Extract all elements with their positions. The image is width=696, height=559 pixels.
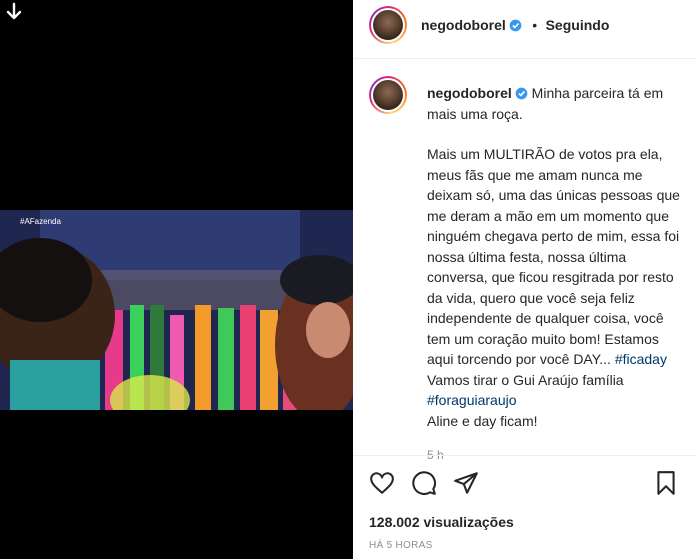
caption-line: Aline e day ficam! [427,412,538,429]
username[interactable]: negodoborel [421,17,506,33]
hashtag-link[interactable]: #ficaday [615,351,667,367]
hashtag-link[interactable]: #foraguiaraujo [427,392,517,408]
caption-username[interactable]: negodoborel [427,85,512,101]
bookmark-icon[interactable] [653,470,679,496]
views-count[interactable]: 128.002 visualizações [369,514,514,530]
video-scene: #AFazenda [0,210,353,410]
post-panel: negodoborel • Seguindo negodoborel Minha… [353,0,696,559]
follow-status-button[interactable]: Seguindo [546,17,610,33]
caption-text: negodoborel Minha parceira tá em mais um… [427,83,689,466]
action-bar [353,455,696,511]
post-header: negodoborel • Seguindo [353,0,696,59]
verified-icon [515,87,528,100]
video-watermark: #AFazenda [20,217,61,226]
avatar[interactable] [369,6,407,44]
caption-paragraph: Mais um MULTIRÃO de votos pra ela, meus … [427,146,680,367]
share-icon[interactable] [453,470,479,496]
video-frame[interactable]: #AFazenda [0,210,353,410]
heart-icon[interactable] [369,470,395,496]
caption-avatar[interactable] [369,76,407,114]
verified-icon [509,19,522,32]
separator: • [532,17,538,33]
down-arrow-icon[interactable] [4,2,24,22]
caption-line: Vamos tirar o Gui Araújo família [427,371,624,388]
post-media[interactable]: #AFazenda [0,0,353,559]
post-timestamp[interactable]: HÁ 5 HORAS [369,540,433,551]
comment-icon[interactable] [411,470,437,496]
